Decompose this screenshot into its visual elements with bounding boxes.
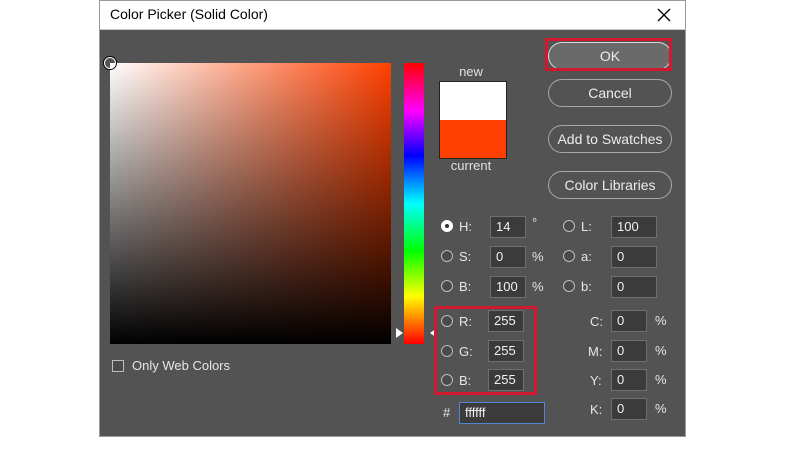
close-icon bbox=[657, 8, 671, 22]
b-label: B: bbox=[459, 279, 472, 294]
new-color-swatch bbox=[440, 82, 506, 120]
k-label: K: bbox=[590, 402, 603, 417]
add-to-swatches-button[interactable]: Add to Swatches bbox=[548, 125, 672, 153]
l-input[interactable]: 100 bbox=[611, 216, 657, 238]
a-radio[interactable] bbox=[563, 250, 575, 262]
h-radio[interactable] bbox=[441, 220, 453, 232]
color-libraries-button[interactable]: Color Libraries bbox=[548, 171, 672, 199]
rgb-highlight bbox=[434, 306, 537, 395]
title-bar: Color Picker (Solid Color) bbox=[100, 1, 685, 30]
a-input[interactable]: 0 bbox=[611, 246, 657, 268]
c-input[interactable]: 0 bbox=[611, 310, 647, 332]
lab-b-label: b: bbox=[581, 279, 592, 294]
k-unit: % bbox=[655, 401, 667, 416]
color-field[interactable] bbox=[104, 57, 391, 344]
color-preview bbox=[439, 81, 507, 159]
h-unit: ° bbox=[532, 215, 538, 230]
y-label: Y: bbox=[590, 373, 602, 388]
current-color-swatch[interactable] bbox=[440, 120, 506, 158]
hex-input[interactable]: ffffff bbox=[459, 402, 545, 424]
s-radio[interactable] bbox=[441, 250, 453, 262]
h-label: H: bbox=[459, 219, 472, 234]
cancel-button[interactable]: Cancel bbox=[548, 79, 672, 107]
b-unit: % bbox=[532, 279, 544, 294]
l-label: L: bbox=[581, 219, 592, 234]
hex-label: # bbox=[443, 405, 451, 420]
m-input[interactable]: 0 bbox=[611, 340, 647, 362]
color-picker-dialog: Color Picker (Solid Color) new current O… bbox=[99, 0, 686, 437]
only-web-colors-checkbox[interactable] bbox=[112, 360, 124, 372]
m-unit: % bbox=[655, 343, 667, 358]
current-color-label: current bbox=[450, 158, 492, 173]
k-input[interactable]: 0 bbox=[611, 398, 647, 420]
s-label: S: bbox=[459, 249, 472, 264]
b-input[interactable]: 100 bbox=[490, 276, 526, 298]
m-label: M: bbox=[588, 344, 603, 359]
s-input[interactable]: 0 bbox=[490, 246, 526, 268]
close-button[interactable] bbox=[649, 1, 679, 29]
a-label: a: bbox=[581, 249, 592, 264]
dialog-title: Color Picker (Solid Color) bbox=[110, 6, 268, 22]
lab-b-radio[interactable] bbox=[563, 280, 575, 292]
hue-slider-handle-left[interactable] bbox=[396, 328, 403, 338]
b-radio[interactable] bbox=[441, 280, 453, 292]
c-unit: % bbox=[655, 313, 667, 328]
ok-button-highlight bbox=[545, 38, 672, 71]
y-unit: % bbox=[655, 372, 667, 387]
s-unit: % bbox=[532, 249, 544, 264]
lab-b-input[interactable]: 0 bbox=[611, 276, 657, 298]
new-color-label: new bbox=[459, 64, 483, 79]
y-input[interactable]: 0 bbox=[611, 369, 647, 391]
only-web-colors-label: Only Web Colors bbox=[132, 358, 231, 373]
h-input[interactable]: 14 bbox=[490, 216, 526, 238]
color-field-cursor[interactable] bbox=[104, 57, 116, 69]
c-label: C: bbox=[590, 314, 603, 329]
l-radio[interactable] bbox=[563, 220, 575, 232]
hue-slider[interactable] bbox=[404, 63, 424, 344]
